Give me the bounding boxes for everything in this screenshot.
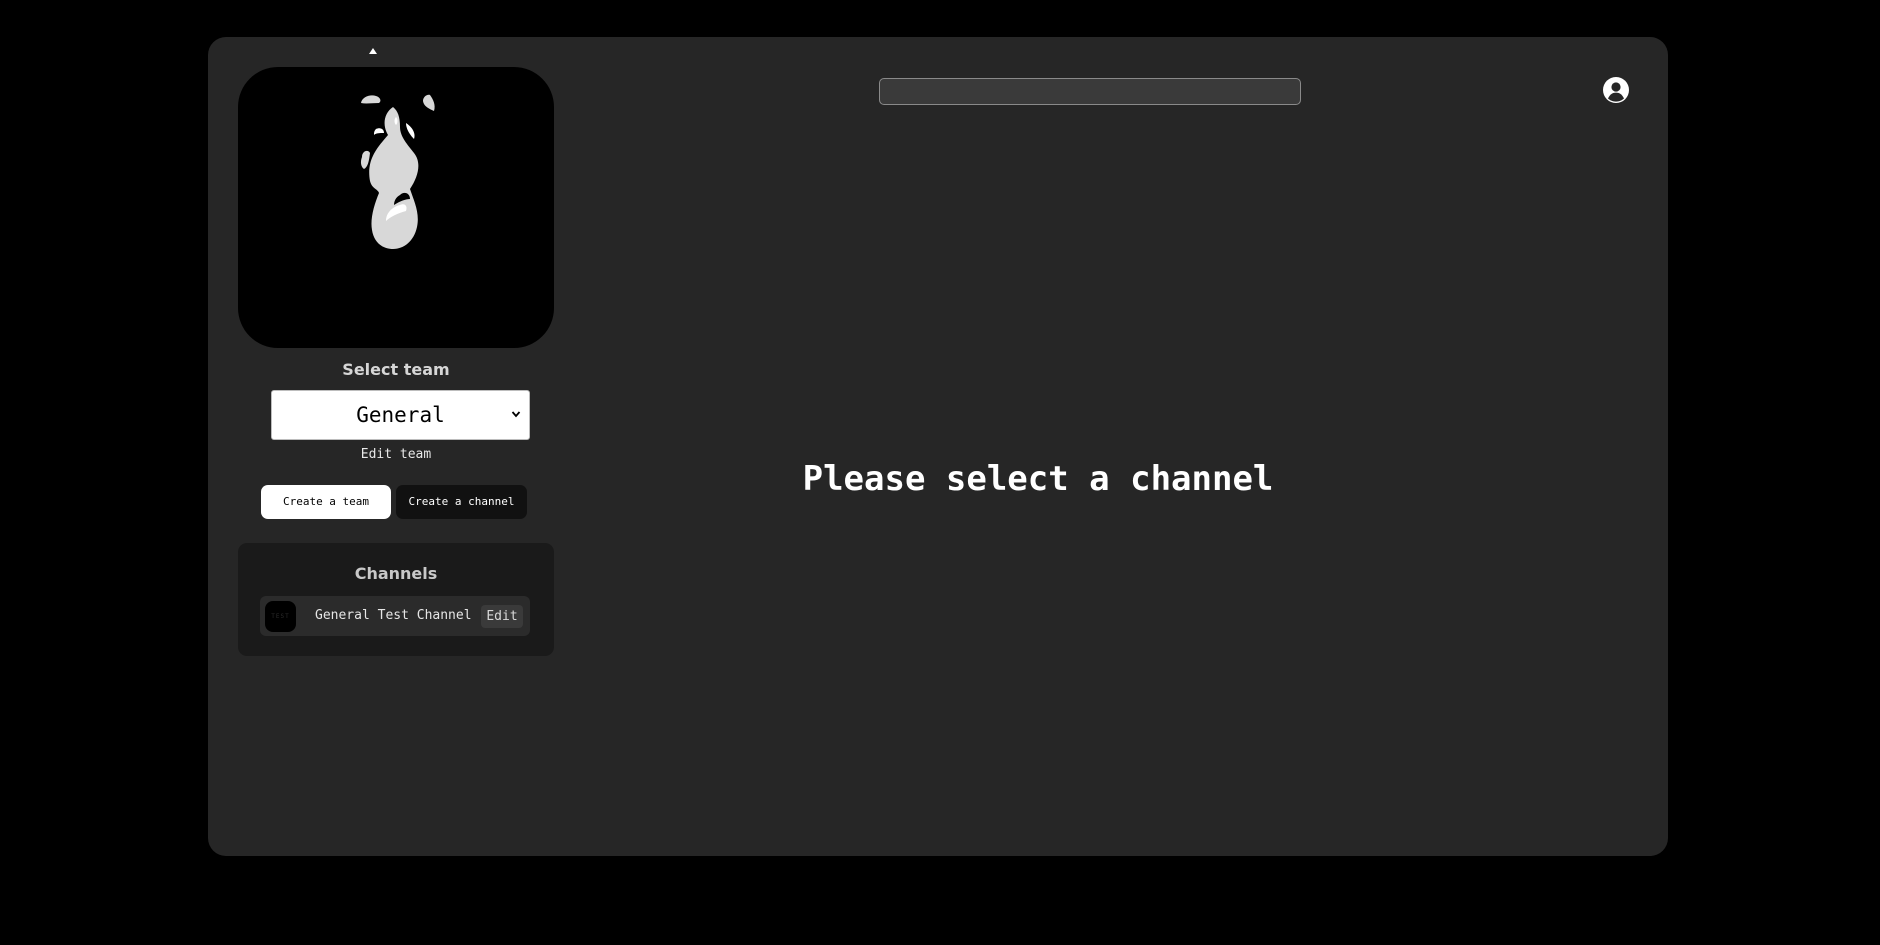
channels-panel: Channels TEST General Test Channel Edit bbox=[238, 543, 554, 656]
create-channel-button[interactable]: Create a channel bbox=[396, 485, 527, 519]
search-input[interactable] bbox=[879, 78, 1301, 105]
channel-list-item[interactable]: TEST General Test Channel Edit bbox=[260, 596, 530, 636]
select-team-label: Select team bbox=[342, 360, 450, 379]
app-window: Select team General Edit team Create a t… bbox=[208, 37, 1668, 856]
channel-edit-button[interactable]: Edit bbox=[481, 605, 523, 628]
collapse-caret-icon[interactable] bbox=[369, 48, 377, 54]
edit-team-link[interactable]: Edit team bbox=[238, 447, 554, 462]
user-circle-icon[interactable] bbox=[1603, 77, 1629, 103]
team-logo bbox=[238, 67, 554, 348]
team-select-value: General bbox=[356, 403, 445, 427]
empty-state-message: Please select a channel bbox=[802, 459, 1274, 499]
channels-title: Channels bbox=[354, 564, 438, 583]
sidebar: Select team General Edit team Create a t… bbox=[238, 37, 554, 856]
channel-avatar: TEST bbox=[265, 601, 296, 632]
chevron-down-icon bbox=[511, 411, 521, 418]
create-team-button[interactable]: Create a team bbox=[261, 485, 391, 519]
channel-name: General Test Channel bbox=[315, 608, 472, 623]
flame-logo-icon bbox=[360, 94, 435, 249]
team-select[interactable]: General bbox=[271, 390, 530, 440]
